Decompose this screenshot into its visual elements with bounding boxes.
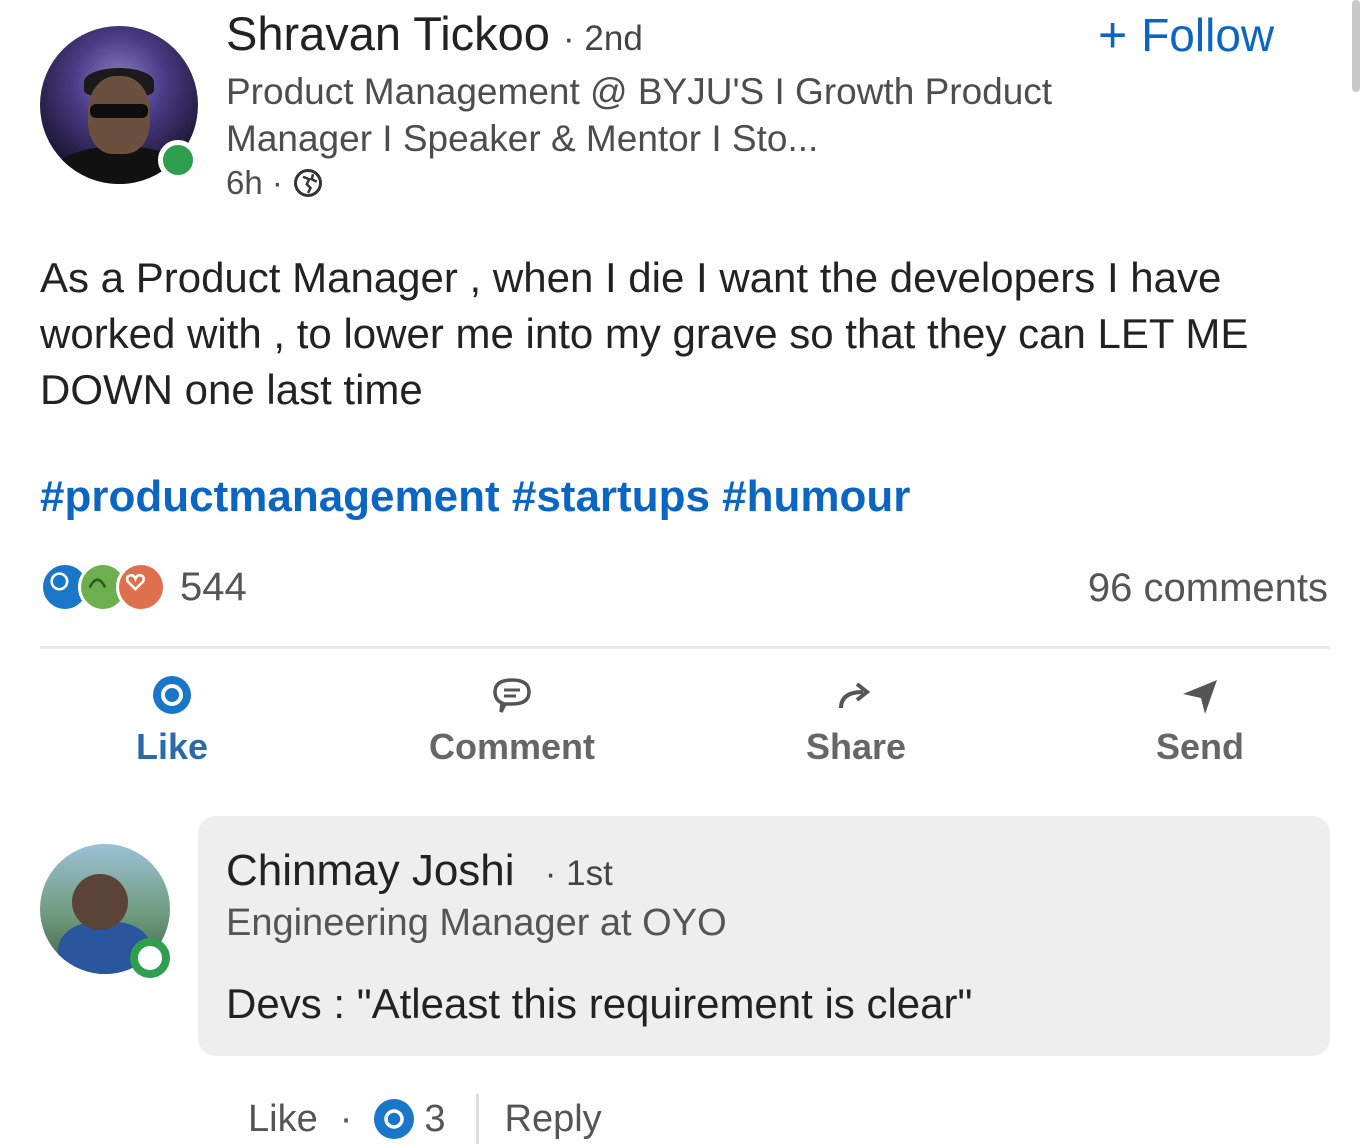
comment-label: Comment bbox=[428, 726, 595, 767]
comment-text: Devs : "Atleast this requirement is clea… bbox=[226, 980, 973, 1027]
comment-like-count[interactable]: 3 bbox=[424, 1098, 445, 1141]
comment-actions: Like · 3 Reply bbox=[248, 1094, 602, 1144]
like-button[interactable]: Like bbox=[72, 672, 272, 768]
reply-button[interactable]: Reply bbox=[505, 1098, 602, 1141]
like-reaction-icon bbox=[374, 1099, 415, 1139]
online-status-icon bbox=[130, 938, 170, 978]
post-time: 6h · bbox=[226, 164, 323, 202]
comment-icon bbox=[493, 678, 531, 713]
divider bbox=[40, 646, 1330, 649]
comment-like-button[interactable]: Like bbox=[248, 1098, 318, 1141]
author-name-line[interactable]: Shravan Tickoo · 2nd bbox=[226, 6, 643, 61]
thumbs-up-icon bbox=[153, 676, 191, 714]
share-button[interactable]: Share bbox=[756, 672, 956, 768]
send-button[interactable]: Send bbox=[1100, 672, 1300, 768]
plus-icon: + bbox=[1098, 7, 1128, 63]
post-age: 6h · bbox=[226, 164, 283, 201]
commenter-title: Engineering Manager at OYO bbox=[226, 902, 727, 944]
like-label: Like bbox=[135, 726, 209, 767]
reactions-summary[interactable]: 544 bbox=[40, 562, 247, 612]
share-icon bbox=[839, 682, 871, 709]
globe-icon bbox=[293, 169, 322, 197]
commenter-name-line[interactable]: Chinmay Joshi · 1st bbox=[226, 846, 613, 896]
separator-dot: · bbox=[339, 1097, 353, 1140]
author-name[interactable]: Shravan Tickoo bbox=[226, 7, 550, 60]
author-headline: Product Management @ BYJU'S I Growth Pro… bbox=[226, 71, 1053, 159]
share-label: Share bbox=[805, 726, 907, 767]
love-reaction-icon bbox=[116, 562, 166, 612]
divider bbox=[475, 1094, 479, 1144]
post-hashtags[interactable]: #productmanagement #startups #humour bbox=[40, 472, 910, 522]
comments-count[interactable]: 96 comments bbox=[1088, 566, 1328, 611]
send-label: Send bbox=[1155, 726, 1244, 767]
connection-degree: · 1st bbox=[544, 854, 613, 893]
reaction-count: 544 bbox=[180, 564, 247, 609]
send-icon bbox=[1183, 680, 1217, 714]
connection-degree: · 2nd bbox=[563, 19, 643, 58]
comment-button[interactable]: Comment bbox=[412, 672, 612, 768]
online-status-icon bbox=[158, 140, 198, 180]
follow-button[interactable]: + Follow bbox=[1098, 8, 1274, 62]
follow-label: Follow bbox=[1141, 9, 1275, 61]
post-text: As a Product Manager , when I die I want… bbox=[40, 254, 1249, 413]
scrollbar[interactable] bbox=[1352, 0, 1360, 92]
commenter-name[interactable]: Chinmay Joshi bbox=[226, 846, 515, 895]
